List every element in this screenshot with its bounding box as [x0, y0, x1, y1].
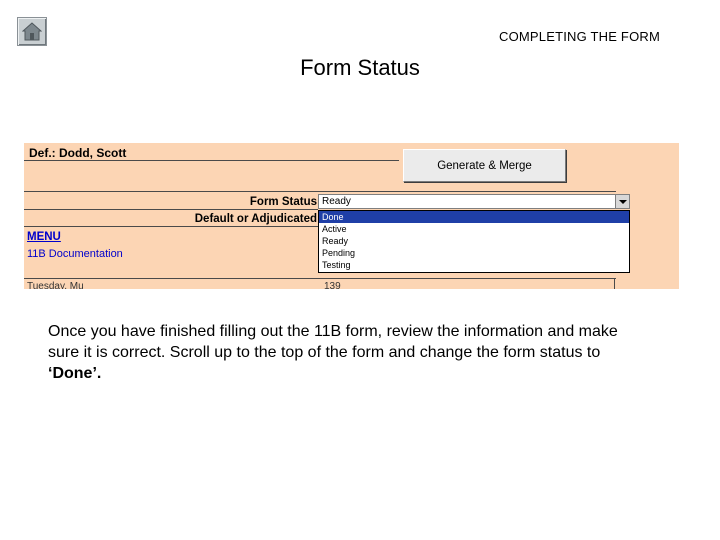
divider [318, 278, 616, 279]
slide-title: Form Status [300, 55, 420, 80]
divider [24, 226, 318, 227]
home-button[interactable] [17, 17, 47, 46]
instructions-emphasis: ‘Done’. [48, 365, 102, 382]
option-testing[interactable]: Testing [319, 259, 629, 271]
spreadsheet-screenshot: Def.: Dodd, Scott Generate & Merge Form … [24, 143, 679, 289]
instructions-body: Once you have finished filling out the 1… [48, 323, 618, 361]
option-pending[interactable]: Pending [319, 247, 629, 259]
generate-merge-button[interactable]: Generate & Merge [403, 149, 566, 182]
menu-link[interactable]: MENU [27, 231, 61, 243]
section-label: COMPLETING THE FORM [498, 29, 660, 44]
option-ready[interactable]: Ready [319, 235, 629, 247]
option-active[interactable]: Active [319, 223, 629, 235]
divider [24, 209, 318, 210]
divider [24, 191, 616, 192]
form-status-select[interactable]: Ready [318, 194, 630, 209]
chevron-down-icon[interactable] [615, 194, 630, 209]
default-adjudicated-label: Default or Adjudicated [194, 213, 317, 225]
instructions-text: Once you have finished filling out the 1… [48, 321, 648, 384]
home-icon [22, 22, 42, 41]
documentation-link[interactable]: 11B Documentation [27, 248, 123, 260]
divider [24, 160, 399, 161]
divider [24, 278, 318, 279]
form-status-label: Form Status [249, 196, 317, 208]
defendant-name: Def.: Dodd, Scott [29, 146, 127, 160]
form-status-dropdown[interactable]: Done Active Ready Pending Testing [318, 210, 630, 273]
date-cell: Tuesday, Mu [27, 281, 84, 289]
value-cell: 139 [324, 281, 341, 289]
divider [614, 279, 615, 289]
option-done[interactable]: Done [319, 211, 629, 223]
